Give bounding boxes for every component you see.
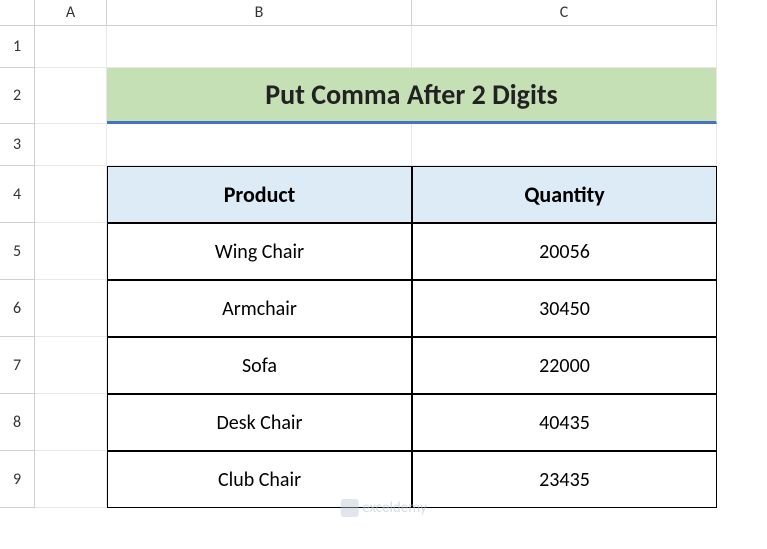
table-row[interactable]: 30450 [412, 280, 717, 337]
row-header-5[interactable]: 5 [0, 223, 35, 280]
cell-a9[interactable] [35, 451, 107, 508]
cell-b3[interactable] [107, 124, 412, 166]
row-header-4[interactable]: 4 [0, 166, 35, 223]
table-row[interactable]: 23435 [412, 451, 717, 508]
col-header-c[interactable]: C [412, 0, 717, 26]
row-header-2[interactable]: 2 [0, 68, 35, 124]
cell-c3[interactable] [412, 124, 717, 166]
row-header-3[interactable]: 3 [0, 124, 35, 166]
table-row[interactable]: Desk Chair [107, 394, 412, 451]
table-row[interactable]: 40435 [412, 394, 717, 451]
col-header-b[interactable]: B [107, 0, 412, 26]
cell-a4[interactable] [35, 166, 107, 223]
cell-a3[interactable] [35, 124, 107, 166]
cell-a5[interactable] [35, 223, 107, 280]
row-header-6[interactable]: 6 [0, 280, 35, 337]
title-cell[interactable]: Put Comma After 2 Digits [107, 68, 717, 124]
table-row[interactable]: 22000 [412, 337, 717, 394]
corner-cell[interactable] [0, 0, 35, 26]
row-header-9[interactable]: 9 [0, 451, 35, 508]
cell-a8[interactable] [35, 394, 107, 451]
cell-a6[interactable] [35, 280, 107, 337]
table-row[interactable]: Armchair [107, 280, 412, 337]
cell-a7[interactable] [35, 337, 107, 394]
cell-b1[interactable] [107, 26, 412, 68]
cell-a1[interactable] [35, 26, 107, 68]
table-row[interactable]: Sofa [107, 337, 412, 394]
col-header-a[interactable]: A [35, 0, 107, 26]
cell-a2[interactable] [35, 68, 107, 124]
row-header-7[interactable]: 7 [0, 337, 35, 394]
table-header-quantity[interactable]: Quantity [412, 166, 717, 223]
table-row[interactable]: Club Chair [107, 451, 412, 508]
spreadsheet-grid: A B C 1 2 Put Comma After 2 Digits 3 4 P… [0, 0, 767, 508]
row-header-1[interactable]: 1 [0, 26, 35, 68]
row-header-8[interactable]: 8 [0, 394, 35, 451]
table-row[interactable]: 20056 [412, 223, 717, 280]
table-row[interactable]: Wing Chair [107, 223, 412, 280]
table-header-product[interactable]: Product [107, 166, 412, 223]
cell-c1[interactable] [412, 26, 717, 68]
